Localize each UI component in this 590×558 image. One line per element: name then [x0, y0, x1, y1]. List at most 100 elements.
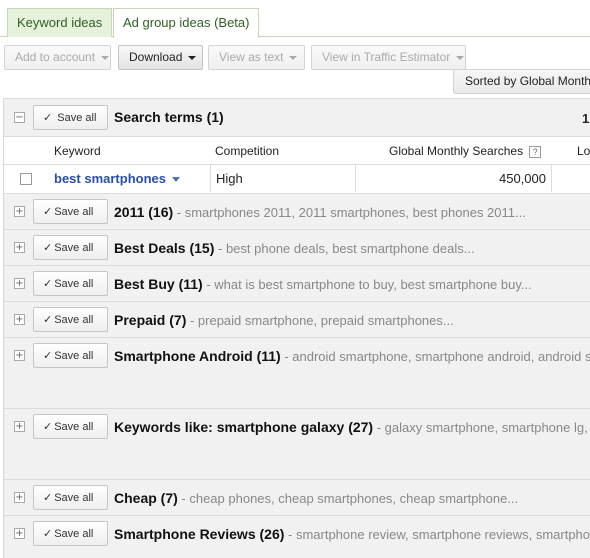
checkmark-icon: ✓ — [43, 111, 53, 124]
ad-group-keywords: - smartphones 2011, 2011 smartphones, be… — [173, 205, 526, 220]
search-terms-count: 1 — [582, 111, 590, 126]
collapse-icon[interactable]: − — [14, 112, 25, 123]
expand-icon[interactable]: + — [14, 350, 25, 361]
ad-group-title[interactable]: 2011 (16) - smartphones 2011, 2011 smart… — [114, 204, 526, 220]
search-terms-title: Search terms (1) — [114, 109, 224, 125]
ad-group-title[interactable]: Keywords like: smartphone galaxy (27) - … — [114, 419, 590, 435]
save-all-label: Save all — [54, 278, 94, 290]
expand-icon[interactable]: + — [14, 314, 25, 325]
keyword-text: best smartphones — [54, 171, 166, 186]
save-all-label: Save all — [54, 242, 94, 254]
column-keyword[interactable]: Keyword — [54, 144, 101, 158]
tab-ad-group-ideas[interactable]: Ad group ideas (Beta) — [113, 8, 260, 38]
download-label: Download — [129, 50, 183, 64]
ad-group-keywords: - what is best smartphone to buy, best s… — [202, 277, 532, 292]
column-competition[interactable]: Competition — [215, 144, 279, 158]
save-all-button[interactable]: ✓ Save all — [33, 485, 108, 510]
add-to-account-label: Add to account — [15, 50, 96, 64]
chevron-down-icon — [188, 55, 197, 60]
save-all-label: Save all — [54, 350, 94, 362]
add-to-account-button[interactable]: Add to account — [4, 45, 111, 70]
save-all-button[interactable]: ✓ Save all — [33, 235, 108, 260]
ad-group-keywords: - android smartphone, smartphone android… — [280, 349, 590, 364]
save-all-button[interactable]: ✓ Save all — [33, 307, 108, 332]
ad-group-keywords: - best phone deals, best smartphone deal… — [214, 241, 475, 256]
ad-group-name: Prepaid (7) — [114, 312, 187, 328]
save-all-label: Save all — [54, 492, 94, 504]
ad-group-title[interactable]: Smartphone Android (11) - android smartp… — [114, 348, 590, 364]
ad-group-row: + ✓ Save all Smartphone Reviews (26) - sm… — [4, 515, 590, 558]
ad-group-row: + ✓ Save all Keywords like: smartphone ga… — [4, 408, 590, 479]
checkmark-icon: ✓ — [43, 420, 53, 433]
column-global-monthly-searches[interactable]: Global Monthly Searches? — [389, 144, 542, 158]
ad-group-name: Keywords like: smartphone galaxy (27) — [114, 419, 374, 435]
view-in-traffic-estimator-button[interactable]: View in Traffic Estimator — [311, 45, 466, 70]
ad-group-name: Best Buy (11) — [114, 276, 203, 292]
expand-icon[interactable]: + — [14, 421, 25, 432]
save-all-button[interactable]: ✓ Save all — [33, 199, 108, 224]
chevron-down-icon — [101, 55, 110, 60]
view-in-traffic-estimator-label: View in Traffic Estimator — [322, 50, 451, 64]
download-button[interactable]: Download — [118, 45, 203, 70]
ad-group-name: Cheap (7) — [114, 490, 178, 506]
save-all-button[interactable]: ✓ Save all — [33, 271, 108, 296]
ad-group-keywords: - cheap phones, cheap smartphones, cheap… — [177, 491, 519, 506]
save-all-label: Save all — [54, 421, 94, 433]
save-all-label: Save all — [54, 314, 94, 326]
save-all-button[interactable]: ✓ Save all — [33, 343, 108, 368]
ad-group-title[interactable]: Smartphone Reviews (26) - smartphone rev… — [114, 526, 590, 542]
checkmark-icon: ✓ — [43, 527, 53, 540]
ad-group-row: + ✓ Save all 2011 (16) - smartphones 2011… — [4, 193, 590, 229]
cell-divider — [551, 165, 552, 192]
ad-group-keywords: - smartphone review, smartphone reviews,… — [284, 527, 590, 542]
ad-group-name: Smartphone Android (11) — [114, 348, 281, 364]
ad-group-title[interactable]: Best Deals (15) - best phone deals, best… — [114, 240, 475, 256]
save-all-label: Save all — [54, 528, 94, 540]
ad-group-row: + ✓ Save all Smartphone Android (11) - an… — [4, 337, 590, 408]
checkmark-icon: ✓ — [43, 313, 53, 326]
checkmark-icon: ✓ — [43, 349, 53, 362]
ad-group-row: + ✓ Save all Prepaid (7) - prepaid smartp… — [4, 301, 590, 337]
expand-icon[interactable]: + — [14, 206, 25, 217]
global-monthly-searches-cell: 450,000 — [499, 171, 546, 186]
expand-icon[interactable]: + — [14, 492, 25, 503]
checkmark-icon: ✓ — [43, 277, 53, 290]
chevron-down-icon[interactable] — [171, 177, 180, 183]
ad-group-title[interactable]: Best Buy (11) - what is best smartphone … — [114, 276, 532, 292]
view-as-text-button[interactable]: View as text — [208, 45, 305, 70]
expand-icon[interactable]: + — [14, 278, 25, 289]
save-all-label: Save all — [54, 206, 94, 218]
expand-icon[interactable]: + — [14, 242, 25, 253]
save-all-button[interactable]: ✓ Save all — [33, 105, 108, 130]
ad-group-keywords: - prepaid smartphone, prepaid smartphone… — [186, 313, 454, 328]
ad-group-title[interactable]: Cheap (7) - cheap phones, cheap smartpho… — [114, 490, 518, 506]
save-all-button[interactable]: ✓ Save all — [33, 414, 108, 439]
chevron-down-icon — [289, 55, 298, 60]
ad-group-row: + ✓ Save all Best Buy (11) - what is best… — [4, 265, 590, 301]
sort-dropdown[interactable]: Sorted by Global Monthly S — [453, 69, 590, 94]
keyword-table-header: Keyword Competition Global Monthly Searc… — [4, 136, 590, 164]
keyword-link[interactable]: best smartphones — [54, 171, 180, 186]
tab-keyword-ideas[interactable]: Keyword ideas — [7, 8, 113, 37]
competition-cell: High — [210, 165, 356, 192]
checkmark-icon: ✓ — [43, 241, 53, 254]
save-all-button[interactable]: ✓ Save all — [33, 521, 108, 546]
column-local-monthly-searches[interactable]: Lo — [577, 144, 590, 158]
column-global-monthly-searches-label: Global Monthly Searches — [389, 144, 524, 158]
ad-group-name: Smartphone Reviews (26) — [114, 526, 285, 542]
row-checkbox[interactable] — [20, 173, 32, 185]
expand-icon[interactable]: + — [14, 528, 25, 539]
checkmark-icon: ✓ — [43, 205, 53, 218]
ad-group-row: + ✓ Save all Cheap (7) - cheap phones, ch… — [4, 479, 590, 515]
ad-group-name: 2011 (16) — [114, 204, 174, 220]
ad-group-title[interactable]: Prepaid (7) - prepaid smartphone, prepai… — [114, 312, 454, 328]
chevron-down-icon — [456, 55, 465, 60]
view-as-text-label: View as text — [219, 50, 284, 64]
checkmark-icon: ✓ — [43, 491, 53, 504]
help-icon[interactable]: ? — [529, 145, 542, 158]
tab-bar: Keyword ideas Ad group ideas (Beta) — [0, 0, 590, 38]
table-row: best smartphones High 450,000 — [4, 164, 590, 192]
save-all-label: Save all — [57, 112, 97, 124]
ad-group-results-panel: − ✓ Save all Search terms (1) 1 Keyword … — [3, 98, 590, 558]
search-terms-group: − ✓ Save all Search terms (1) 1 — [4, 98, 590, 136]
